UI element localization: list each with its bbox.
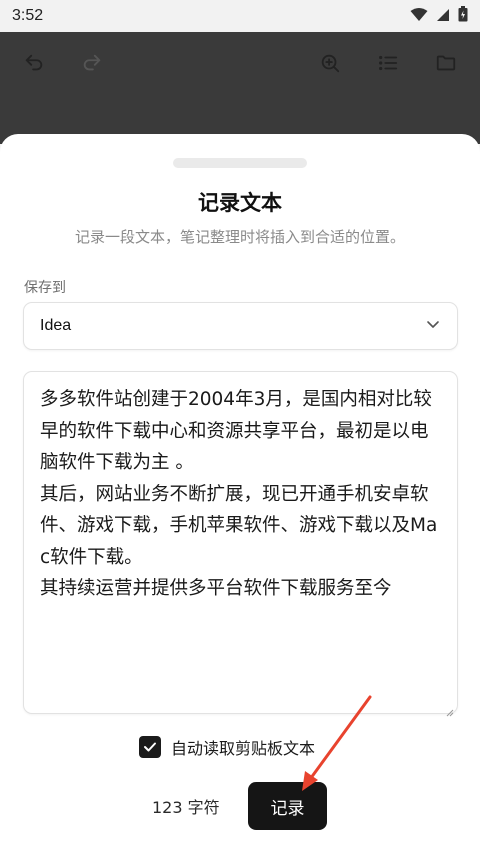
sheet-title: 记录文本 (198, 191, 282, 215)
signal-icon (436, 7, 450, 26)
redo-icon[interactable] (80, 51, 104, 75)
editor-toolbar (0, 32, 480, 94)
list-icon[interactable] (376, 51, 400, 75)
sheet-subtitle: 记录一段文本，笔记整理时将插入到合适的位置。 (74, 228, 405, 246)
record-button[interactable]: 记录 (248, 782, 327, 830)
char-count: 123 字符 (152, 798, 220, 817)
auto-read-checkbox[interactable] (139, 736, 161, 758)
chevron-down-icon (425, 316, 441, 336)
record-text-sheet: 记录文本 记录一段文本，笔记整理时将插入到合适的位置。 保存到 Idea 多多软… (0, 134, 480, 853)
auto-read-clipboard[interactable]: 自动读取剪贴板文本 (139, 735, 315, 759)
status-time: 3:52 (12, 7, 44, 24)
text-input-area[interactable]: 多多软件站创建于2004年3月，是国内相对比较早的软件下载中心和资源共享平台，最… (23, 371, 458, 717)
save-to-label: 保存到 (24, 280, 66, 296)
text-content: 多多软件站创建于2004年3月，是国内相对比较早的软件下载中心和资源共享平台，最… (40, 389, 438, 599)
save-to-value: Idea (40, 317, 72, 334)
battery-icon (458, 6, 468, 26)
save-to-select[interactable]: Idea (23, 302, 458, 350)
resize-grip-icon[interactable] (446, 702, 454, 717)
status-icons (410, 6, 468, 26)
undo-icon[interactable] (22, 51, 46, 75)
auto-read-label: 自动读取剪贴板文本 (171, 739, 316, 758)
folder-icon[interactable] (434, 51, 458, 75)
drag-handle[interactable] (173, 158, 307, 168)
search-zoom-icon[interactable] (318, 51, 342, 75)
status-bar: 3:52 (0, 0, 480, 32)
wifi-icon (410, 7, 428, 26)
